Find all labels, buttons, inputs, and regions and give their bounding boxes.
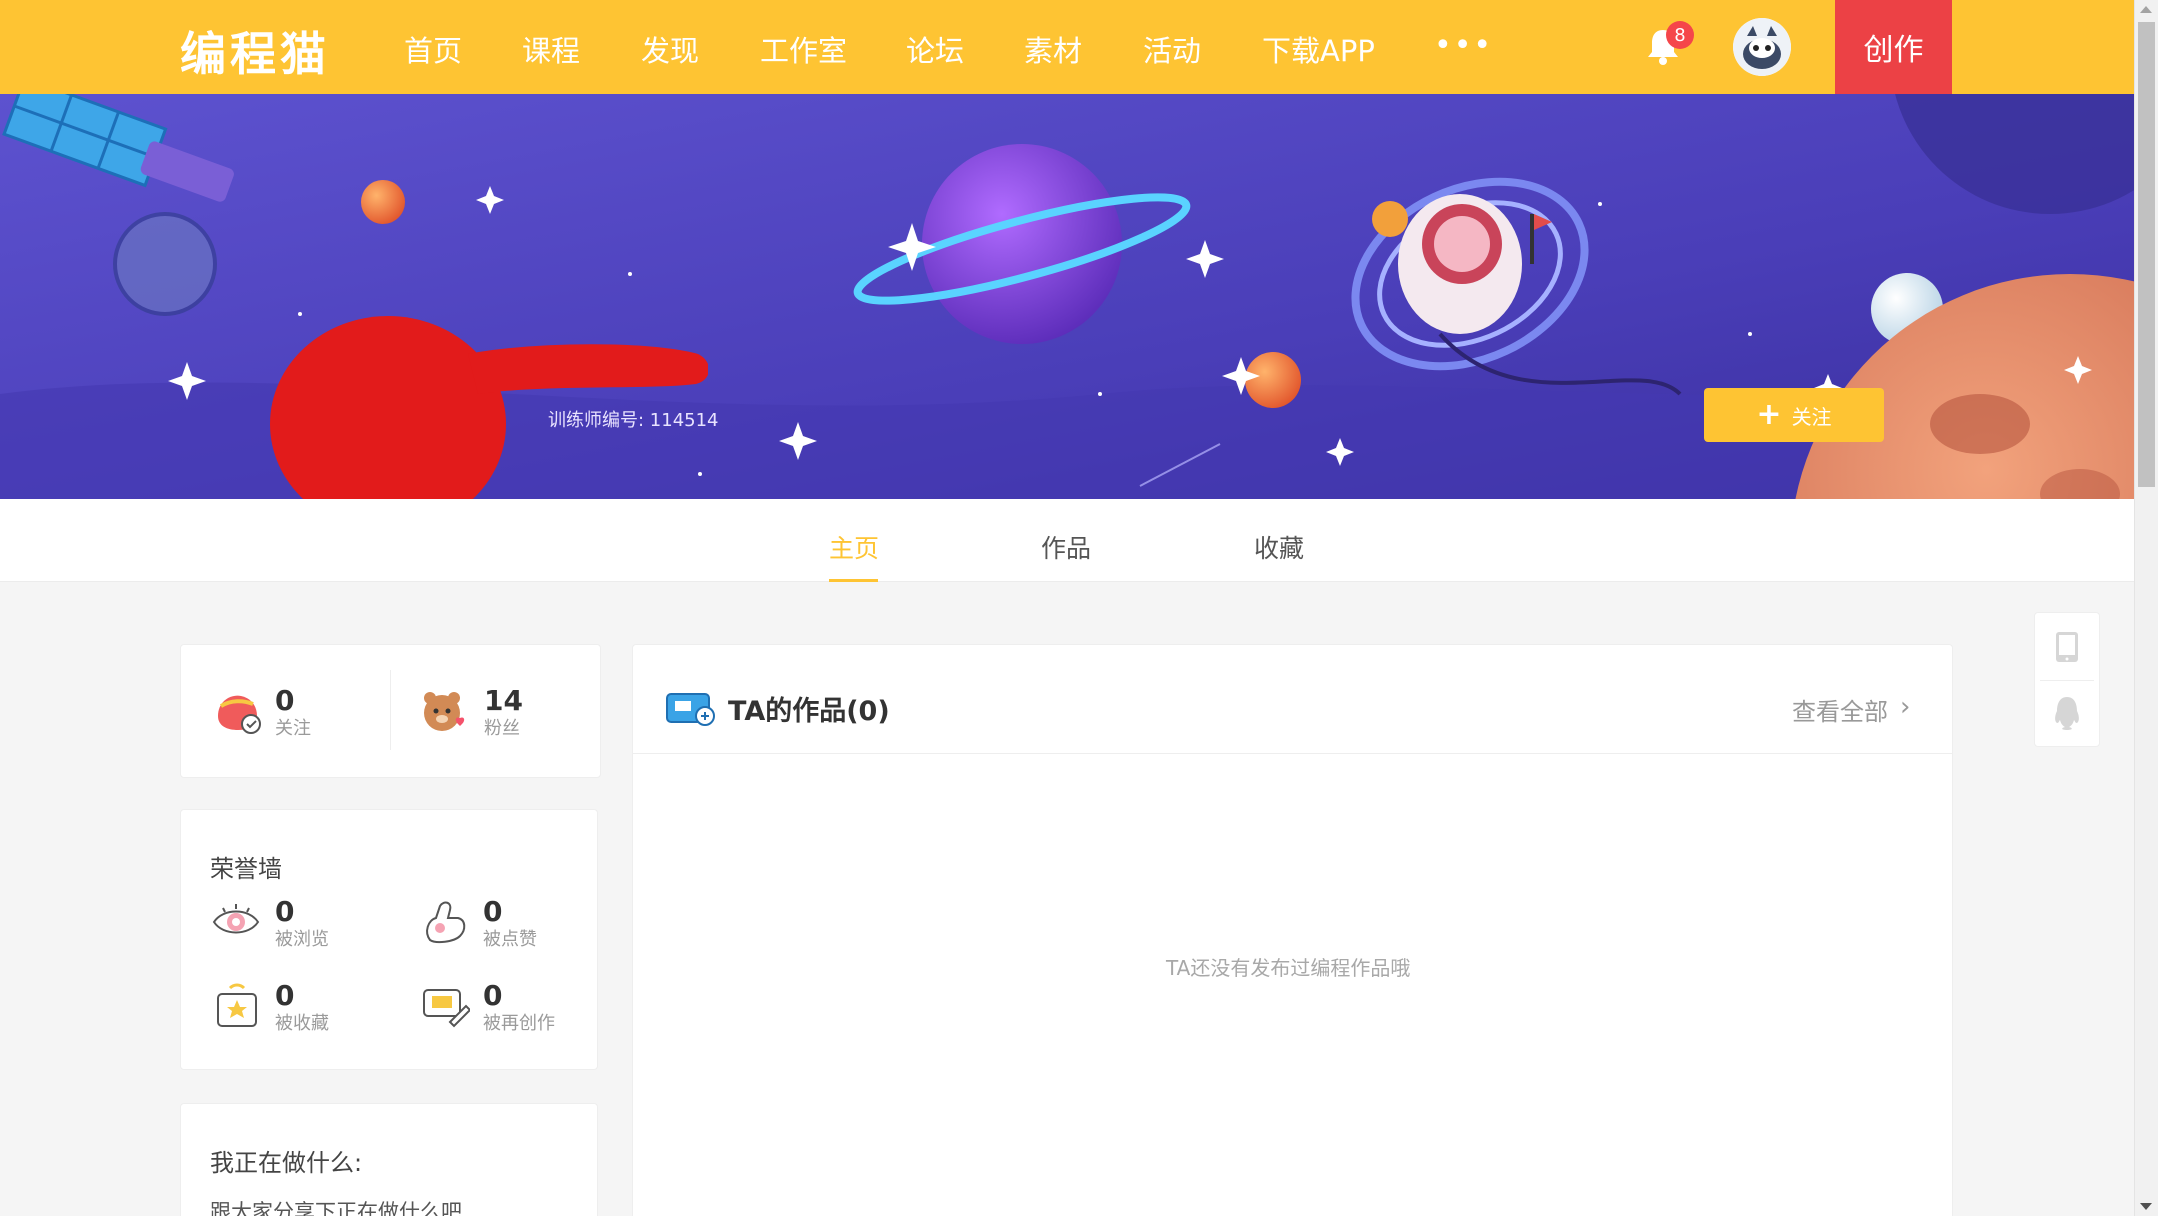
tablet-icon[interactable] <box>2054 630 2080 664</box>
follow-button[interactable]: + 关注 <box>1704 388 1884 442</box>
tab-favorites[interactable]: 收藏 <box>1254 529 1304 565</box>
qq-penguin-icon[interactable] <box>2053 695 2081 731</box>
likes-count: 0 <box>483 895 503 928</box>
view-all-link[interactable]: 查看全部 <box>1792 692 1888 727</box>
nav-item-discover[interactable]: 发现 <box>641 28 699 70</box>
following-count[interactable]: 0 <box>275 684 294 717</box>
nav-item-download-app[interactable]: 下载APP <box>1262 28 1375 70</box>
nav-item-studio[interactable]: 工作室 <box>760 28 847 70</box>
views-label: 被浏览 <box>275 929 329 950</box>
chevron-right-icon[interactable]: › <box>1900 692 1910 722</box>
active-tab-indicator <box>829 579 878 582</box>
floating-toolbar-divider <box>2040 680 2094 681</box>
tab-works[interactable]: 作品 <box>1041 529 1091 565</box>
fans-label: 粉丝 <box>484 718 520 739</box>
scrollbar-thumb[interactable] <box>2138 22 2155 487</box>
remix-count: 0 <box>483 979 503 1012</box>
works-divider <box>632 753 1953 754</box>
remix-label: 被再创作 <box>483 1013 555 1034</box>
following-label: 关注 <box>275 718 311 739</box>
views-count: 0 <box>275 895 295 928</box>
notification-badge: 8 <box>1666 21 1694 49</box>
create-button[interactable]: 创作 <box>1835 0 1952 94</box>
nav-item-courses[interactable]: 课程 <box>522 28 580 70</box>
works-card <box>632 644 1953 1216</box>
remix-pencil-icon <box>423 989 470 1028</box>
scroll-up-arrow-icon[interactable] <box>2140 6 2152 13</box>
nav-item-events[interactable]: 活动 <box>1143 28 1201 70</box>
nav-item-forum[interactable]: 论坛 <box>906 28 964 70</box>
honor-wall-title: 荣誉墙 <box>210 855 282 883</box>
nav-item-materials[interactable]: 素材 <box>1024 28 1082 70</box>
nav-item-home[interactable]: 首页 <box>404 28 462 70</box>
status-title: 我正在做什么: <box>210 1149 363 1177</box>
top-nav-bar: 编程猫 首页 课程 发现 工作室 论坛 素材 活动 下载APP ••• 8 创作 <box>0 0 2134 94</box>
scroll-down-arrow-icon[interactable] <box>2140 1203 2152 1210</box>
collected-label: 被收藏 <box>275 1013 329 1034</box>
social-divider <box>390 670 391 750</box>
plus-icon: + <box>1756 397 1782 432</box>
following-icon <box>218 695 261 734</box>
user-avatar[interactable] <box>1733 18 1791 76</box>
works-title: TA的作品(0) <box>728 696 890 727</box>
collected-box-icon <box>217 983 257 1027</box>
works-empty-message: TA还没有发布过编程作品哦 <box>1166 956 1411 980</box>
likes-paw-icon <box>426 901 466 944</box>
collected-count: 0 <box>275 979 295 1012</box>
fans-count[interactable]: 14 <box>484 684 523 717</box>
fans-icon <box>424 692 465 731</box>
profile-tabs: 主页 作品 收藏 <box>0 499 2134 582</box>
follow-button-label: 关注 <box>1791 404 1832 429</box>
works-icon <box>666 693 715 726</box>
views-eye-icon <box>212 904 260 934</box>
tab-home[interactable]: 主页 <box>829 529 879 565</box>
status-text[interactable]: 跟大家分享下正在做什么吧 <box>210 1196 462 1216</box>
likes-label: 被点赞 <box>483 929 537 950</box>
site-logo[interactable]: 编程猫 <box>180 18 330 84</box>
more-menu-icon[interactable]: ••• <box>1434 28 1493 63</box>
